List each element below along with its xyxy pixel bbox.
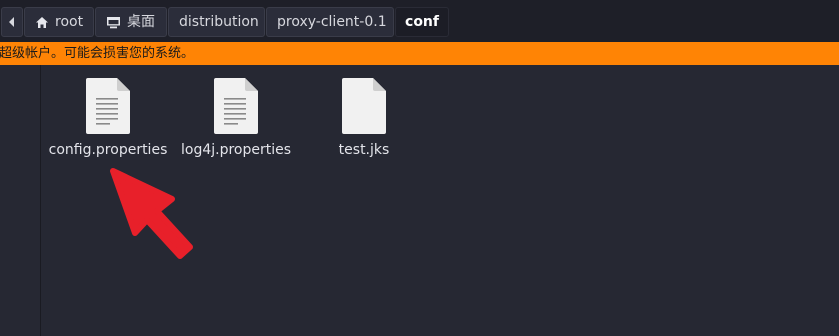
- file-name: config.properties: [48, 142, 168, 158]
- breadcrumb-label: root: [55, 14, 84, 30]
- path-back-button[interactable]: [1, 7, 23, 37]
- text-file-icon: [214, 78, 258, 134]
- sidebar: [0, 65, 41, 336]
- breadcrumb-label: 桌面: [127, 14, 155, 30]
- breadcrumb-root[interactable]: root: [24, 7, 94, 37]
- path-bar: root 桌面 distribution proxy-client-0.1 co…: [0, 0, 839, 43]
- blank-file-icon: [342, 78, 386, 134]
- file-name: test.jks: [338, 142, 390, 158]
- file-item-log4j-properties[interactable]: log4j.properties: [166, 78, 306, 168]
- file-name: log4j.properties: [180, 142, 292, 158]
- text-file-icon: [86, 78, 130, 134]
- breadcrumb-label: proxy-client-0.1: [277, 14, 387, 30]
- breadcrumb-label: distribution: [179, 14, 259, 30]
- breadcrumb-label: conf: [405, 14, 439, 30]
- desktop-icon: [106, 16, 121, 29]
- warning-banner: 超级帐户。可能会损害您的系统。: [0, 42, 839, 65]
- file-item-config-properties[interactable]: config.properties: [38, 78, 178, 168]
- breadcrumb-distribution[interactable]: distribution: [168, 7, 265, 37]
- home-icon: [35, 16, 49, 29]
- file-item-test-jks[interactable]: test.jks: [294, 78, 434, 168]
- red-arrow-icon: [110, 168, 193, 259]
- left-arrow-icon: [8, 16, 16, 28]
- breadcrumb-proxy-client[interactable]: proxy-client-0.1: [266, 7, 394, 37]
- breadcrumb-desktop[interactable]: 桌面: [95, 7, 167, 37]
- warning-text: 超级帐户。可能会损害您的系统。: [0, 46, 195, 61]
- breadcrumb-conf[interactable]: conf: [395, 7, 449, 37]
- file-manager-window: root 桌面 distribution proxy-client-0.1 co…: [0, 0, 839, 336]
